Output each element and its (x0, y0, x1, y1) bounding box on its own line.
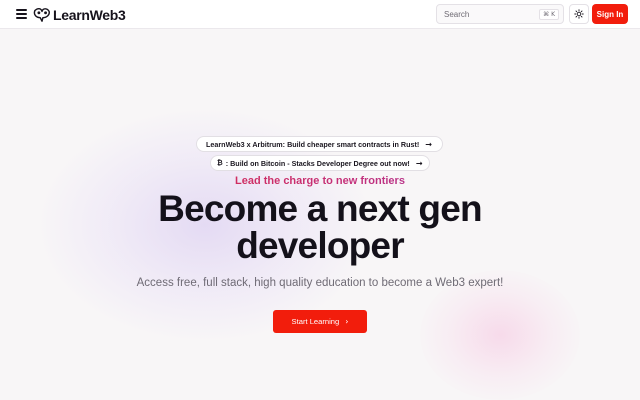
announcement-pill-arbitrum[interactable]: LearnWeb3 x Arbitrum: Build cheaper smar… (196, 136, 443, 152)
brand-name: LearnWeb3 (53, 7, 126, 23)
bitcoin-icon: ₿ (217, 159, 223, 167)
start-learning-button[interactable]: Start Learning › (273, 310, 367, 333)
sun-icon (574, 9, 584, 19)
search-input[interactable]: Search ⌘ K (436, 4, 564, 24)
announcement-text: LearnWeb3 x Arbitrum: Build cheaper smar… (206, 139, 420, 149)
hero-title: Become a next gen developer (0, 190, 640, 264)
arrow-right-icon: → (425, 139, 432, 149)
hero-title-line-2: developer (236, 225, 404, 266)
search-shortcut-badge: ⌘ K (539, 9, 559, 20)
chevron-right-icon: › (345, 317, 349, 326)
announcement-text: : Build on Bitcoin - Stacks Developer De… (225, 158, 410, 168)
theme-toggle-button[interactable] (569, 4, 589, 24)
search-placeholder: Search (444, 9, 470, 19)
background-glow-pink (420, 270, 580, 400)
hero-subtitle: Access free, full stack, high quality ed… (136, 277, 504, 289)
brand-logo-link[interactable]: LearnWeb3 (33, 6, 126, 24)
arrow-right-icon: → (415, 158, 423, 168)
cta-label: Start Learning (291, 317, 340, 326)
hamburger-menu-icon[interactable] (16, 9, 28, 20)
learnweb3-logo-icon (33, 7, 50, 22)
sign-in-button[interactable]: Sign In (592, 4, 628, 24)
hero-title-line-1: Become a next gen (158, 188, 482, 229)
hero-tagline: Lead the charge to new frontiers (0, 175, 640, 187)
top-navbar: LearnWeb3 Search ⌘ K Sign In (0, 0, 640, 29)
announcement-pill-bitcoin[interactable]: ₿ : Build on Bitcoin - Stacks Developer … (210, 155, 430, 171)
